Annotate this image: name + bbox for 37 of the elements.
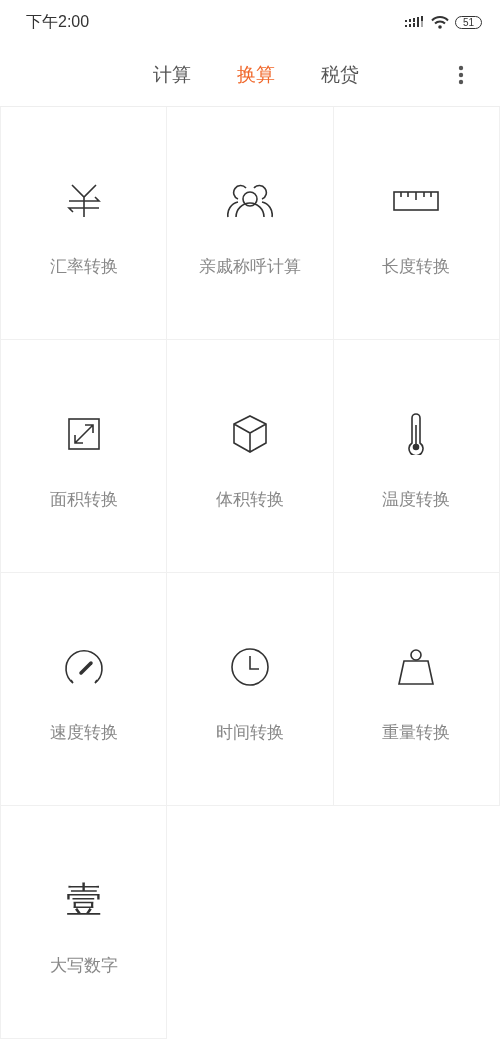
tool-label: 亲戚称呼计算: [199, 255, 301, 278]
tool-label: 大写数字: [49, 954, 118, 977]
currency-exchange-icon: [66, 184, 101, 218]
tool-label: 重量转换: [382, 721, 451, 744]
tool-tile[interactable]: 重量转换: [333, 573, 500, 806]
tool-tile[interactable]: 亲戚称呼计算: [167, 107, 334, 340]
speedometer-icon: [63, 649, 104, 685]
tool-label: 时间转换: [216, 721, 284, 744]
tool-tile[interactable]: 速度转换: [1, 573, 168, 806]
tab[interactable]: 税贷: [319, 60, 361, 90]
clock-icon: [231, 648, 269, 686]
more-icon[interactable]: [458, 65, 464, 85]
status-time: 下午2:00: [26, 11, 90, 32]
tool-label: 长度转换: [382, 255, 451, 278]
tool-tile[interactable]: 壹 大写数字: [1, 806, 168, 1039]
tool-label: 体积转换: [216, 488, 284, 511]
tool-label: 温度转换: [382, 488, 451, 511]
tab[interactable]: 计算: [151, 60, 193, 90]
weight-icon: [398, 649, 435, 685]
tool-label: 面积转换: [49, 488, 118, 511]
tool-tile[interactable]: 汇率转换: [1, 107, 168, 340]
tool-tile[interactable]: 时间转换: [167, 573, 334, 806]
tool-label: 汇率转换: [49, 255, 118, 278]
tool-label: 速度转换: [49, 721, 118, 744]
ruler-icon: [393, 191, 440, 211]
tool-tile[interactable]: 长度转换: [333, 107, 500, 340]
people-icon: [227, 184, 273, 218]
cube-icon: [233, 415, 267, 453]
tool-tile[interactable]: 温度转换: [333, 340, 500, 573]
thermometer-icon: [408, 413, 425, 455]
tool-tile[interactable]: 体积转换: [167, 340, 334, 573]
tab[interactable]: 换算: [235, 60, 277, 90]
wifi-icon: [430, 15, 449, 29]
tool-tile[interactable]: 面积转换: [1, 340, 168, 573]
resize-icon: [67, 418, 100, 450]
character-icon: 壹: [65, 882, 102, 918]
signal-icon: [404, 16, 425, 28]
